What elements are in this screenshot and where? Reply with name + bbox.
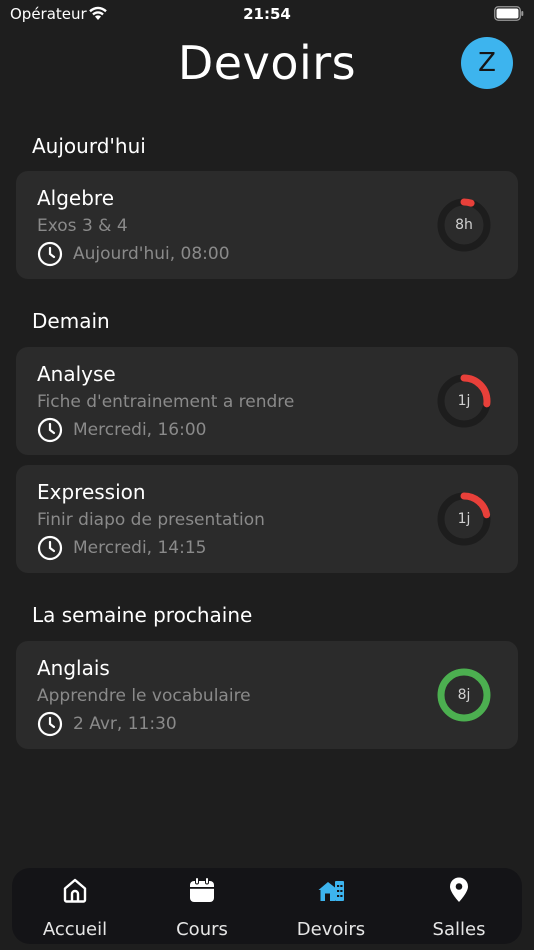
calendar-icon [190,877,214,902]
tab-bar: Accueil Cours Devoirs Salles [12,868,522,944]
time-remaining-label: 8j [457,687,471,703]
homework-due-text: Mercredi, 14:15 [73,538,207,558]
home-icon [63,878,87,903]
homework-title: Expression [37,480,146,504]
clock-icon [37,241,63,267]
homework-due-text: 2 Avr, 11:30 [73,714,177,734]
homework-house-icon [318,881,344,901]
homework-card[interactable]: Analyse Fiche d'entrainement a rendre Me… [16,347,518,455]
tab-devoirs[interactable]: Devoirs [271,868,391,944]
section-title-tomorrow: Demain [32,309,110,333]
tab-label: Salles [432,919,486,940]
homework-due: 2 Avr, 11:30 [37,711,177,737]
section-title-next-week: La semaine prochaine [32,603,253,627]
clock-icon [37,535,63,561]
clock-icon [37,711,63,737]
status-time: 21:54 [243,5,291,23]
time-remaining-label: 1j [457,393,471,409]
tab-label: Accueil [42,919,108,940]
location-pin-icon [450,877,468,902]
homework-due: Aujourd'hui, 08:00 [37,241,230,267]
battery-icon [494,6,524,21]
homework-due: Mercredi, 14:15 [37,535,206,561]
time-remaining-label: 1j [457,511,471,527]
homework-description: Exos 3 & 4 [37,216,128,236]
page-title: Devoirs [177,36,357,90]
homework-title: Algebre [37,186,115,210]
status-bar: Opérateur 21:54 [0,0,534,30]
homework-due-text: Aujourd'hui, 08:00 [73,244,230,264]
screen: Opérateur 21:54 Devoirs Z Aujourd'hui Al… [0,0,534,950]
homework-description: Apprendre le vocabulaire [37,686,251,706]
tab-label: Cours [176,919,228,940]
homework-description: Finir diapo de presentation [37,510,265,530]
profile-avatar[interactable]: Z [461,37,513,89]
time-remaining-label: 8h [455,217,473,233]
homework-card[interactable]: Algebre Exos 3 & 4 Aujourd'hui, 08:00 8h [16,171,518,279]
tab-cours[interactable]: Cours [142,868,262,944]
homework-description: Fiche d'entrainement a rendre [37,392,295,412]
homework-title: Analyse [37,362,116,386]
homework-due: Mercredi, 16:00 [37,417,206,443]
tab-accueil[interactable]: Accueil [15,868,135,944]
section-title-today: Aujourd'hui [32,134,146,158]
homework-card[interactable]: Expression Finir diapo de presentation M… [16,465,518,573]
clock-icon [37,417,63,443]
tab-salles[interactable]: Salles [399,868,519,944]
homework-card[interactable]: Anglais Apprendre le vocabulaire 2 Avr, … [16,641,518,749]
tab-label: Devoirs [296,919,366,940]
homework-title: Anglais [37,656,110,680]
homework-due-text: Mercredi, 16:00 [73,420,207,440]
